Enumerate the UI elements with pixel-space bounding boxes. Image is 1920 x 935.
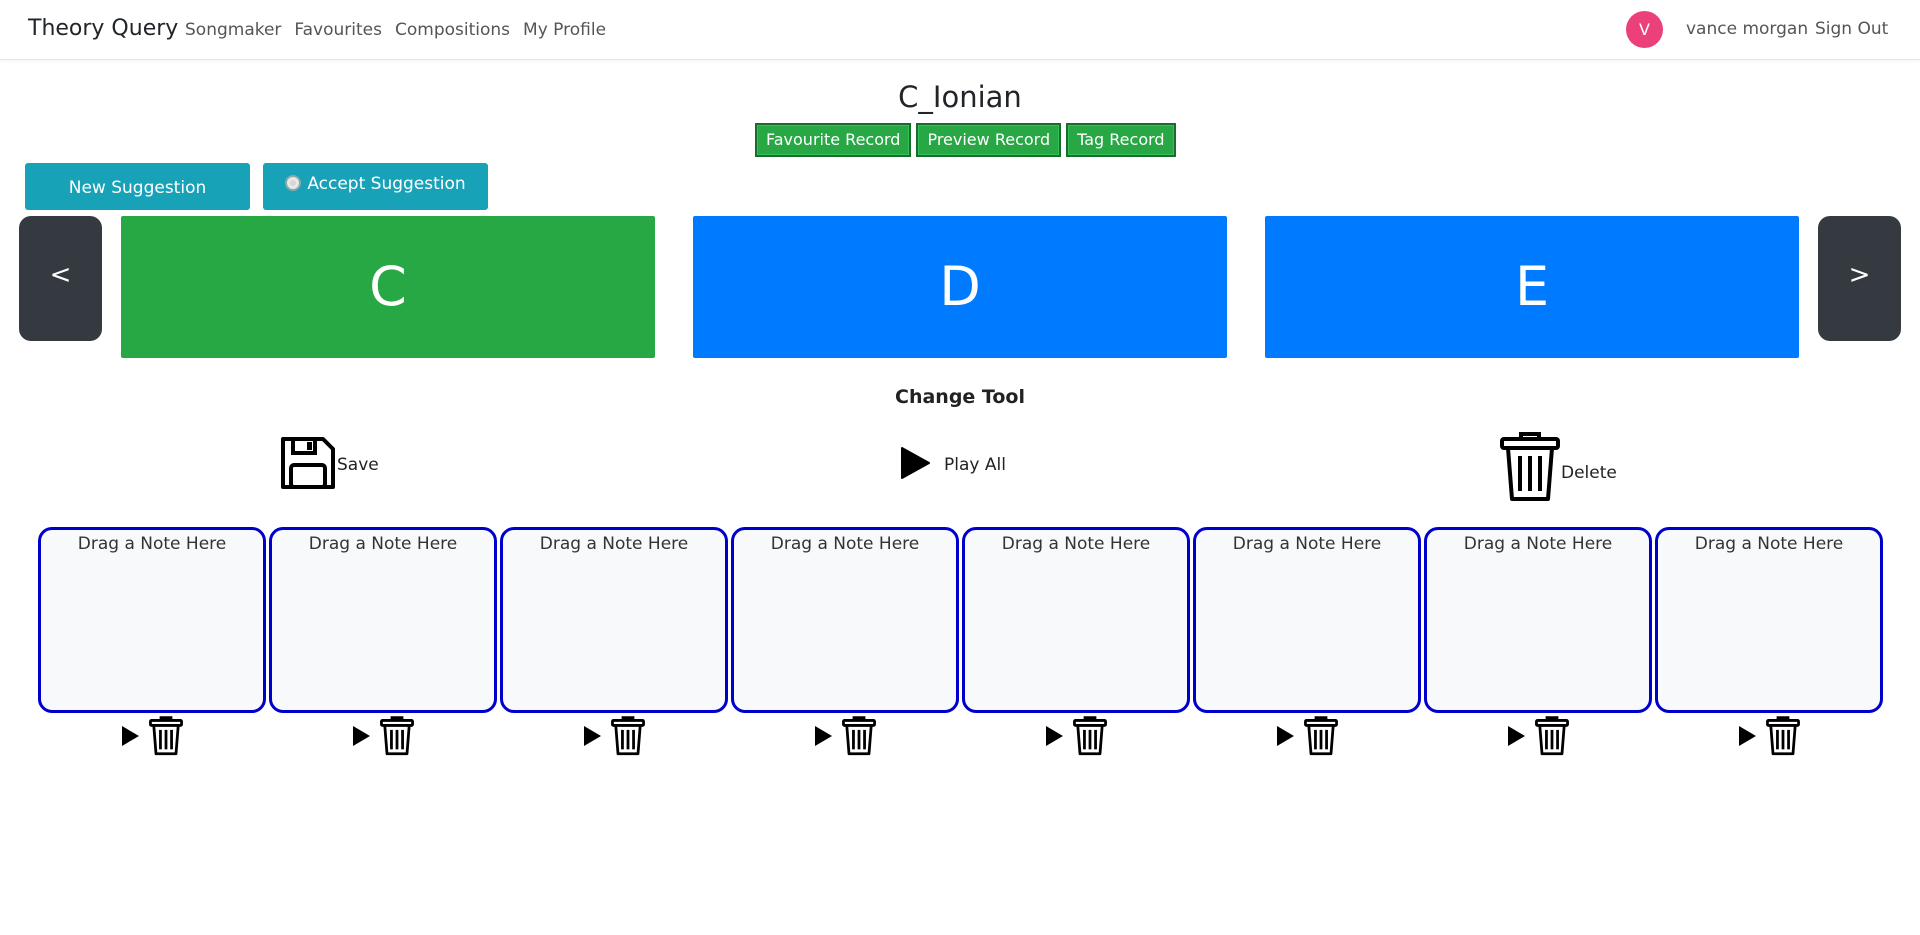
drop-zone-placeholder: Drag a Note Here [1001,534,1151,554]
slot-controls [38,713,266,757]
preview-record-button[interactable]: Preview Record [916,123,1062,157]
drop-zone-placeholder: Drag a Note Here [77,534,227,554]
avatar[interactable]: V [1626,11,1663,48]
delete-tool-button[interactable]: Delete [1499,431,1617,507]
play-icon[interactable] [813,725,833,747]
previous-arrow-button[interactable]: < [19,216,102,341]
drop-zone-placeholder: Drag a Note Here [1463,534,1613,554]
trash-icon[interactable] [148,716,184,756]
note-drop-zone[interactable]: Drag a Note Here [731,527,959,713]
nav-link-favourites[interactable]: Favourites [294,20,382,40]
radio-icon [285,175,302,191]
trash-icon[interactable] [1303,716,1339,756]
user-name[interactable]: vance morgan [1686,19,1808,39]
tag-record-button[interactable]: Tag Record [1066,123,1176,157]
trash-icon[interactable] [379,716,415,756]
delete-tool-label: Delete [1561,463,1617,483]
drop-zone-placeholder: Drag a Note Here [1232,534,1382,554]
note-drop-zone[interactable]: Drag a Note Here [500,527,728,713]
play-icon[interactable] [582,725,602,747]
note-slot: Drag a Note Here [38,527,266,757]
note-slot: Drag a Note Here [1424,527,1652,757]
note-drop-zone[interactable]: Drag a Note Here [962,527,1190,713]
play-icon [899,446,931,484]
slot-controls [269,713,497,757]
nav-link-songmaker[interactable]: Songmaker [185,20,281,40]
note-slot: Drag a Note Here [1655,527,1883,757]
note-drop-zone[interactable]: Drag a Note Here [1193,527,1421,713]
slot-controls [1655,713,1883,757]
trash-icon[interactable] [841,716,877,756]
new-suggestion-label: New Suggestion [68,178,207,198]
note-drop-zone[interactable]: Drag a Note Here [269,527,497,713]
note-slot: Drag a Note Here [269,527,497,757]
note-card-c[interactable]: C [121,216,655,358]
favourite-record-button[interactable]: Favourite Record [755,123,912,157]
note-slot-row: Drag a Note Here Drag a Note Here Drag a N… [38,527,1883,757]
note-slot: Drag a Note Here [1193,527,1421,757]
trash-icon[interactable] [1765,716,1801,756]
note-slot: Drag a Note Here [731,527,959,757]
page-title: C_Ionian [898,80,1022,114]
next-arrow-button[interactable]: > [1818,216,1901,341]
trash-icon[interactable] [610,716,646,756]
record-button-group: Favourite Record Preview Record Tag Reco… [755,123,1176,157]
floppy-disk-icon [279,435,337,495]
change-tool-heading: Change Tool [895,386,1025,408]
play-icon[interactable] [1506,725,1526,747]
nav-links: Songmaker Favourites Compositions My Pro… [185,20,606,40]
accept-suggestion-button[interactable]: Accept Suggestion [263,163,488,210]
play-all-tool-label: Play All [944,455,1006,475]
slot-controls [1424,713,1652,757]
slot-controls [1193,713,1421,757]
trash-icon[interactable] [1534,716,1570,756]
accept-suggestion-label: Accept Suggestion [307,174,466,194]
note-card-d[interactable]: D [693,216,1227,358]
nav-link-my-profile[interactable]: My Profile [523,20,606,40]
slot-controls [962,713,1190,757]
play-icon[interactable] [1044,725,1064,747]
drop-zone-placeholder: Drag a Note Here [308,534,458,554]
drop-zone-placeholder: Drag a Note Here [770,534,920,554]
play-icon[interactable] [1737,725,1757,747]
slot-controls [731,713,959,757]
save-tool-button[interactable]: Save [279,435,379,495]
trash-icon [1499,431,1561,507]
nav-link-compositions[interactable]: Compositions [395,20,510,40]
play-icon[interactable] [1275,725,1295,747]
play-icon[interactable] [351,725,371,747]
trash-icon[interactable] [1072,716,1108,756]
slot-controls [500,713,728,757]
play-all-tool-button[interactable]: Play All [899,446,1006,484]
note-drop-zone[interactable]: Drag a Note Here [1655,527,1883,713]
sign-out-link[interactable]: Sign Out [1815,19,1888,39]
top-navbar: Theory Query Songmaker Favourites Compos… [0,0,1920,60]
drop-zone-placeholder: Drag a Note Here [1694,534,1844,554]
note-drop-zone[interactable]: Drag a Note Here [38,527,266,713]
brand-logo[interactable]: Theory Query [28,16,178,41]
note-drop-zone[interactable]: Drag a Note Here [1424,527,1652,713]
drop-zone-placeholder: Drag a Note Here [539,534,689,554]
play-icon[interactable] [120,725,140,747]
save-tool-label: Save [337,455,379,475]
new-suggestion-button[interactable]: New Suggestion [25,163,250,210]
note-slot: Drag a Note Here [500,527,728,757]
note-card-e[interactable]: E [1265,216,1799,358]
note-slot: Drag a Note Here [962,527,1190,757]
